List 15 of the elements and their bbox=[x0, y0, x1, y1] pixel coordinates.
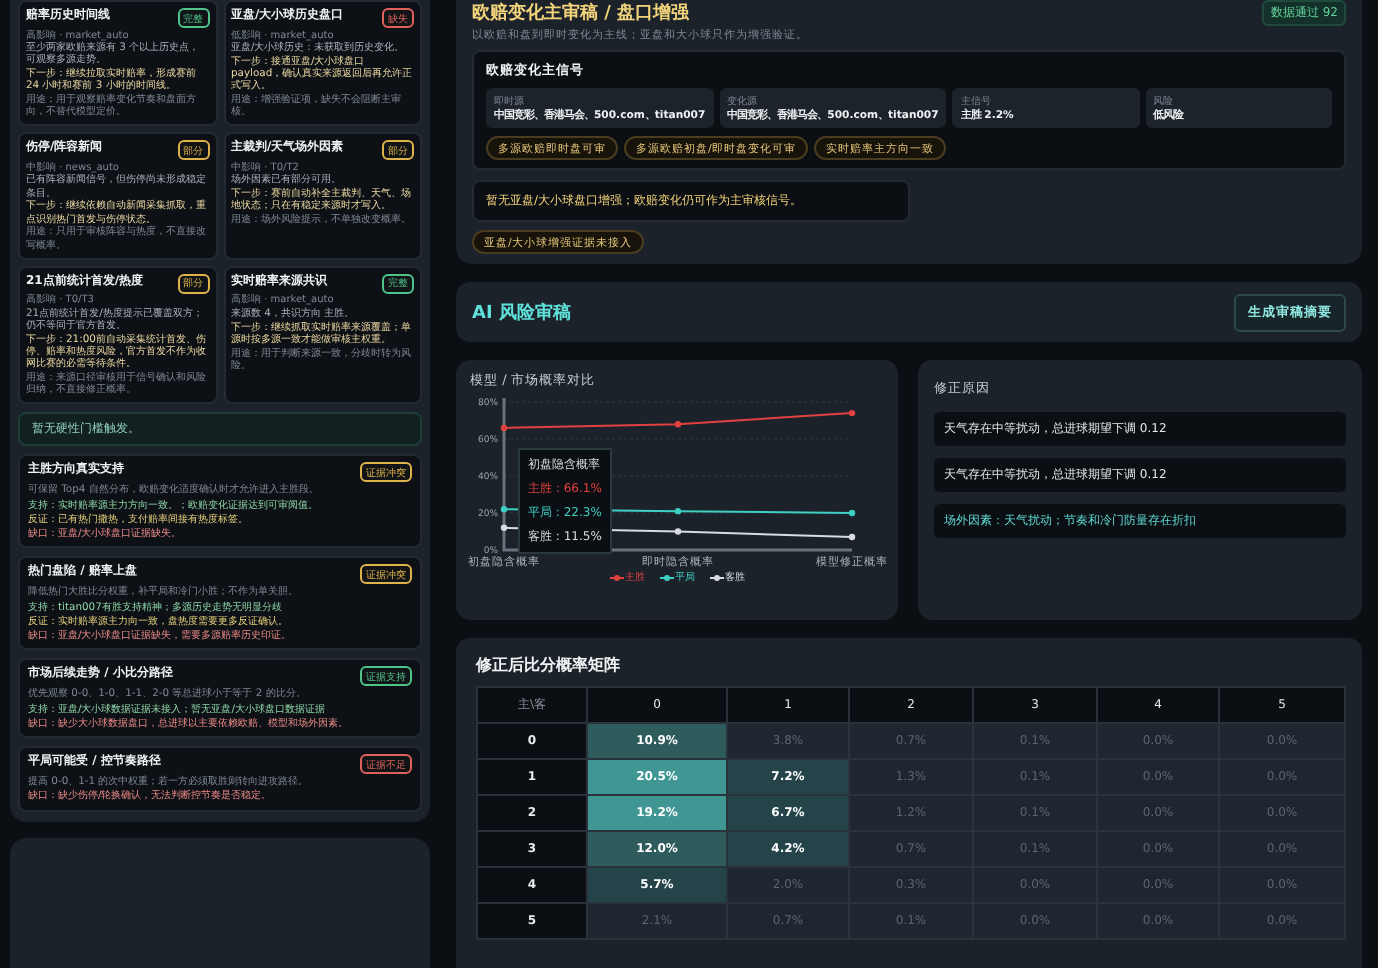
data-point-marker bbox=[500, 424, 508, 432]
legend-line-icon bbox=[659, 573, 673, 581]
data-point-marker bbox=[674, 528, 682, 535]
data-point-marker bbox=[500, 524, 508, 531]
data-point-marker bbox=[848, 509, 856, 517]
data-point-marker bbox=[674, 421, 682, 428]
data-point-marker bbox=[848, 409, 856, 417]
data-point-marker bbox=[674, 507, 682, 515]
panel-title: 修正后比分概率矩阵 bbox=[476, 654, 622, 676]
section-title: AI 风险审稿 bbox=[472, 300, 571, 325]
legend-line-icon bbox=[609, 573, 623, 581]
legend-line-icon bbox=[709, 573, 723, 581]
panel-title: 欧赔变化主审稿 / 盘口增强 bbox=[472, 0, 692, 26]
data-point-marker bbox=[848, 533, 856, 541]
data-point-marker bbox=[500, 506, 508, 513]
